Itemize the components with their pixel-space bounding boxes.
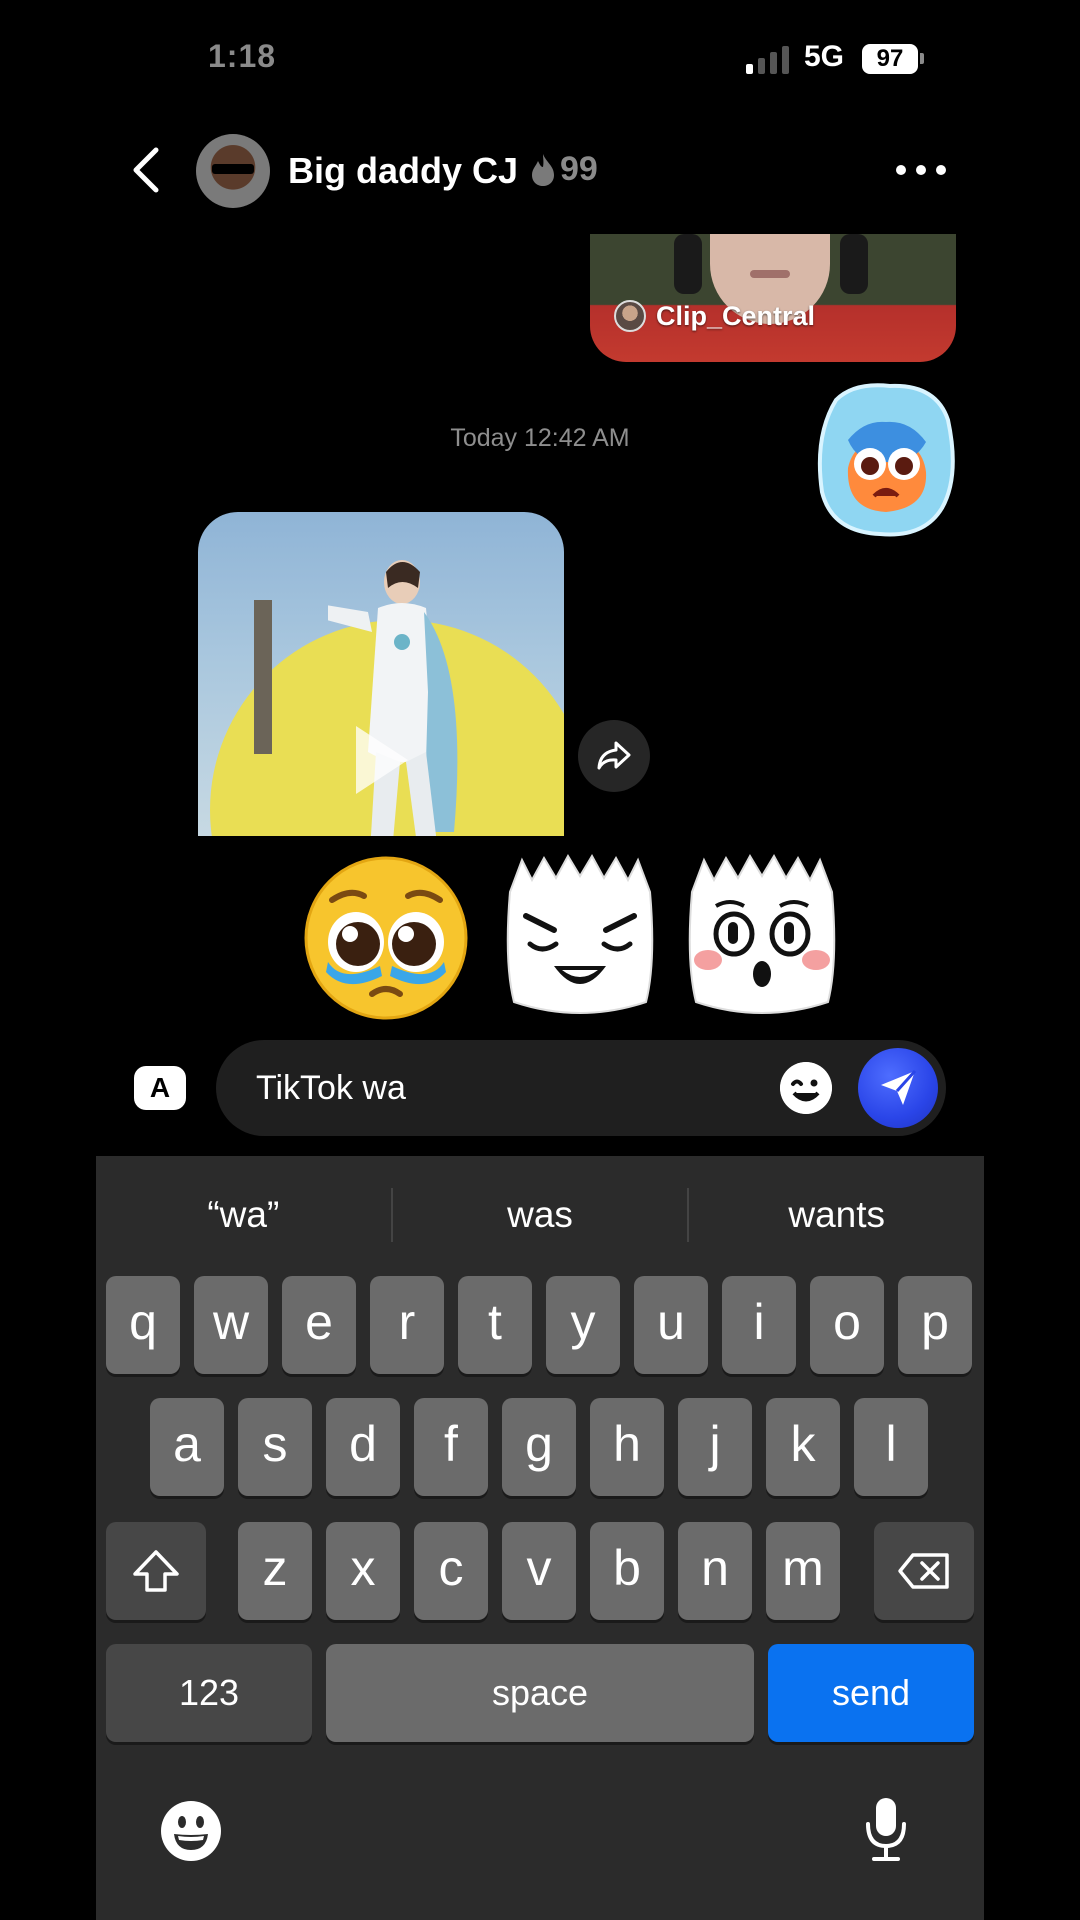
contact-avatar[interactable] [196, 134, 270, 208]
cellular-signal-icon [746, 46, 789, 74]
sticker-message[interactable] [814, 380, 958, 540]
prediction-2[interactable]: was [393, 1194, 688, 1236]
key-j[interactable]: j [678, 1398, 752, 1496]
dictation-mic-icon[interactable] [862, 1796, 910, 1862]
key-a[interactable]: a [150, 1398, 224, 1496]
shared-video-message[interactable]: Clip_Central [590, 234, 956, 362]
key-k[interactable]: k [766, 1398, 840, 1496]
send-message-button[interactable] [858, 1048, 938, 1128]
shift-arrow-icon [133, 1550, 179, 1592]
contact-name[interactable]: Big daddy CJ [288, 150, 518, 192]
pleading-face-sticker[interactable] [302, 852, 470, 1020]
prediction-3[interactable]: wants [689, 1194, 984, 1236]
key-c[interactable]: c [414, 1522, 488, 1620]
keyboard-toggle-icon[interactable]: A [134, 1066, 186, 1110]
battery-indicator: 97 [862, 44, 918, 74]
key-p[interactable]: p [898, 1276, 972, 1374]
keyboard-send-key[interactable]: send [768, 1644, 974, 1742]
key-h[interactable]: h [590, 1398, 664, 1496]
key-s[interactable]: s [238, 1398, 312, 1496]
shocked-tako-sticker[interactable] [678, 852, 846, 1020]
delete-key[interactable] [874, 1522, 974, 1620]
share-arrow-icon [597, 741, 631, 770]
key-o[interactable]: o [810, 1276, 884, 1374]
smug-tako-sticker[interactable] [496, 852, 664, 1020]
creator-name: Clip_Central [656, 300, 816, 331]
key-b[interactable]: b [590, 1522, 664, 1620]
share-button[interactable] [578, 720, 650, 792]
key-v[interactable]: v [502, 1522, 576, 1620]
key-f[interactable]: f [414, 1398, 488, 1496]
key-e[interactable]: e [282, 1276, 356, 1374]
more-options-button[interactable] [896, 158, 946, 182]
network-type: 5G [804, 40, 845, 73]
key-i[interactable]: i [722, 1276, 796, 1374]
key-r[interactable]: r [370, 1276, 444, 1374]
backspace-icon [898, 1553, 949, 1589]
predictive-text-bar: “wa” was wants [96, 1156, 984, 1274]
status-time: 1:18 [208, 38, 277, 74]
key-g[interactable]: g [502, 1398, 576, 1496]
message-input[interactable] [256, 1064, 716, 1112]
battery-nub [920, 53, 924, 64]
space-key[interactable]: space [326, 1644, 754, 1742]
key-t[interactable]: t [458, 1276, 532, 1374]
key-l[interactable]: l [854, 1398, 928, 1496]
key-z[interactable]: z [238, 1522, 312, 1620]
creator-avatar [614, 300, 646, 332]
sticker-emoji-icon[interactable] [780, 1062, 832, 1114]
key-q[interactable]: q [106, 1276, 180, 1374]
key-x[interactable]: x [326, 1522, 400, 1620]
play-icon[interactable] [356, 726, 408, 794]
numbers-key[interactable]: 123 [106, 1644, 312, 1742]
back-arrow-icon[interactable] [126, 146, 166, 194]
paper-plane-icon [881, 1069, 917, 1105]
sticker-suggestions [0, 852, 1080, 1020]
prediction-1[interactable]: “wa” [96, 1194, 391, 1236]
shift-key[interactable] [106, 1522, 206, 1620]
key-u[interactable]: u [634, 1276, 708, 1374]
emoji-keyboard-icon[interactable] [160, 1800, 222, 1862]
key-y[interactable]: y [546, 1276, 620, 1374]
streak-badge: 99 [528, 150, 598, 189]
message-composer [216, 1040, 946, 1136]
video-creator: Clip_Central [614, 300, 815, 332]
streak-count: 99 [560, 150, 598, 188]
key-d[interactable]: d [326, 1398, 400, 1496]
received-video-message[interactable] [198, 512, 564, 836]
key-w[interactable]: w [194, 1276, 268, 1374]
on-screen-keyboard: “wa” was wants q w e r t y u i o p a s d… [96, 1156, 984, 1920]
flame-icon [532, 153, 554, 186]
key-m[interactable]: m [766, 1522, 840, 1620]
key-n[interactable]: n [678, 1522, 752, 1620]
